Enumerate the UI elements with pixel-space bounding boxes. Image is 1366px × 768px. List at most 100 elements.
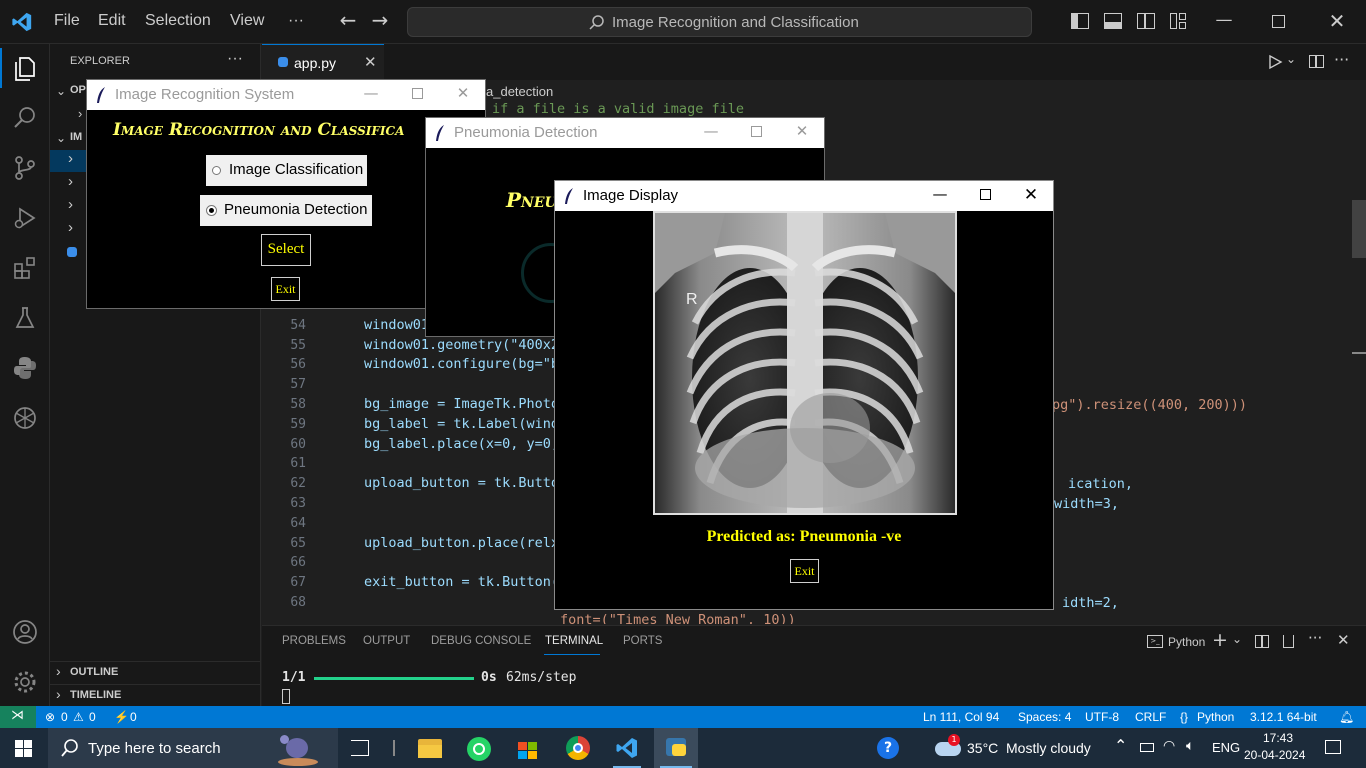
close-icon[interactable]: ✕ (1326, 9, 1348, 33)
close-icon[interactable]: ✕ (1021, 185, 1041, 205)
tk-titlebar[interactable]: Image Display — ✕ (555, 181, 1053, 211)
help-icon[interactable]: ? (877, 737, 899, 759)
python-taskbar-icon[interactable] (654, 728, 698, 768)
run-dropdown-icon[interactable]: ⌄ (1286, 52, 1296, 66)
maximize-icon[interactable] (980, 189, 991, 200)
python-icon[interactable] (11, 354, 39, 382)
wifi-icon[interactable]: ◠ (1163, 738, 1175, 754)
python-interpreter[interactable]: 3.12.1 64-bit (1250, 710, 1317, 724)
show-hidden-icons-chevron[interactable]: ⌃ (1114, 736, 1127, 755)
tab-terminal[interactable]: TERMINAL (545, 635, 603, 647)
battery-icon[interactable] (1140, 743, 1154, 752)
forward-arrow-icon[interactable]: → (370, 10, 390, 30)
maximize-icon[interactable] (751, 126, 762, 137)
menu-more[interactable]: ··· (288, 12, 304, 30)
split-terminal-icon[interactable] (1255, 635, 1269, 648)
customize-layout-icon[interactable] (1170, 13, 1188, 29)
tab-debug-console[interactable]: DEBUG CONSOLE (431, 635, 531, 647)
indentation[interactable]: Spaces: 4 (1018, 710, 1071, 724)
chevron-down-icon[interactable]: ⌄ (56, 131, 66, 145)
tab-problems[interactable]: PROBLEMS (282, 635, 346, 647)
error-icon[interactable]: ⊗ (45, 710, 55, 724)
project-folder-section[interactable]: IM (70, 131, 82, 143)
line-ending[interactable]: CRLF (1135, 710, 1166, 724)
close-panel-icon[interactable]: ✕ (1337, 631, 1350, 649)
minimize-icon[interactable]: — (930, 185, 950, 205)
error-count[interactable]: 0 (61, 710, 68, 724)
more-actions-icon[interactable]: ··· (1308, 629, 1322, 647)
timeline-section[interactable]: TIMELINE (70, 689, 121, 701)
chevron-right-icon[interactable]: › (68, 219, 73, 236)
search-icon[interactable] (11, 104, 39, 132)
editor-scrollbar-thumb[interactable] (1352, 200, 1366, 258)
encoding[interactable]: UTF-8 (1085, 710, 1119, 724)
toggle-panel-icon[interactable] (1104, 13, 1122, 29)
chevron-right-icon[interactable]: › (68, 173, 73, 190)
close-tab-icon[interactable]: ✕ (364, 53, 377, 71)
chevron-right-icon[interactable]: › (56, 663, 61, 679)
toggle-sidebar-icon[interactable] (1071, 13, 1089, 29)
input-language[interactable]: ENG (1212, 740, 1240, 755)
command-center-search[interactable]: Image Recognition and Classification (407, 7, 1032, 37)
remote-indicator[interactable]: ⋊ (0, 706, 36, 728)
notifications-bell-icon[interactable]: 🔔︎ (1339, 710, 1354, 724)
explorer-icon[interactable] (11, 54, 39, 82)
radio-pneumonia-detection[interactable]: Pneumonia Detection (200, 195, 372, 226)
settings-gear-icon[interactable] (11, 668, 39, 696)
cursor-position[interactable]: Ln 111, Col 94 (923, 710, 999, 724)
open-editors-section[interactable]: OP (70, 84, 86, 96)
openai-icon[interactable] (11, 404, 39, 432)
toggle-secondary-sidebar-icon[interactable] (1137, 13, 1155, 29)
chrome-icon[interactable] (566, 736, 590, 760)
extensions-icon[interactable] (11, 254, 39, 282)
volume-icon[interactable]: 🔈︎ (1186, 738, 1194, 754)
testing-flask-icon[interactable] (11, 304, 39, 332)
weather-temperature[interactable]: 35°C (967, 740, 998, 756)
chevron-right-icon[interactable]: › (68, 196, 73, 213)
radio-image-classification[interactable]: Image Classification (206, 155, 367, 186)
chevron-right-icon[interactable]: › (56, 686, 61, 702)
more-actions-icon[interactable]: ··· (227, 50, 243, 68)
windows-start-icon[interactable] (15, 740, 32, 757)
taskbar-search-box[interactable]: Type here to search (48, 728, 338, 768)
exit-button[interactable]: Exit (790, 559, 819, 583)
terminal-shell-label[interactable]: Python (1168, 635, 1205, 649)
more-actions-icon[interactable]: ··· (1334, 50, 1349, 69)
outline-section[interactable]: OUTLINE (70, 666, 118, 678)
tk-titlebar[interactable]: Pneumonia Detection — ✕ (426, 118, 824, 148)
close-icon[interactable]: ✕ (792, 122, 812, 142)
minimize-icon[interactable]: — (701, 122, 721, 142)
clock-time[interactable]: 17:43 (1263, 731, 1293, 745)
trash-icon[interactable] (1283, 635, 1294, 648)
source-control-icon[interactable] (11, 154, 39, 182)
run-debug-icon[interactable] (11, 204, 39, 232)
chevron-down-icon[interactable]: ⌄ (1232, 632, 1242, 646)
ports-icon[interactable]: ⚡ (114, 710, 129, 724)
warning-count[interactable]: 0 (89, 710, 96, 724)
menu-edit[interactable]: Edit (98, 12, 126, 30)
notification-center-icon[interactable] (1325, 740, 1341, 754)
run-icon[interactable] (1267, 54, 1283, 70)
vscode-taskbar-icon[interactable] (605, 728, 649, 768)
select-button[interactable]: Select (261, 234, 311, 266)
exit-button[interactable]: Exit (271, 277, 300, 301)
python-file-icon[interactable] (67, 247, 77, 257)
warning-icon[interactable]: ⚠ (73, 710, 84, 724)
split-editor-icon[interactable] (1309, 55, 1324, 68)
chevron-down-icon[interactable]: ⌄ (56, 84, 66, 98)
menu-file[interactable]: File (54, 12, 80, 30)
task-view-icon[interactable] (351, 740, 369, 756)
minimize-icon[interactable]: — (361, 84, 381, 104)
chevron-right-icon[interactable]: › (68, 150, 73, 167)
tab-ports[interactable]: PORTS (623, 635, 662, 647)
menu-selection[interactable]: Selection (145, 12, 211, 30)
account-icon[interactable] (11, 618, 39, 646)
menu-view[interactable]: View (230, 12, 264, 30)
breadcrumb[interactable]: a_detection (486, 84, 553, 99)
new-terminal-icon[interactable]: + (1212, 629, 1228, 651)
minimize-icon[interactable]: — (1213, 10, 1235, 32)
maximize-icon[interactable] (412, 88, 423, 99)
ports-count[interactable]: 0 (130, 710, 137, 724)
tab-output[interactable]: OUTPUT (363, 635, 410, 647)
clock-date[interactable]: 20-04-2024 (1244, 748, 1305, 762)
